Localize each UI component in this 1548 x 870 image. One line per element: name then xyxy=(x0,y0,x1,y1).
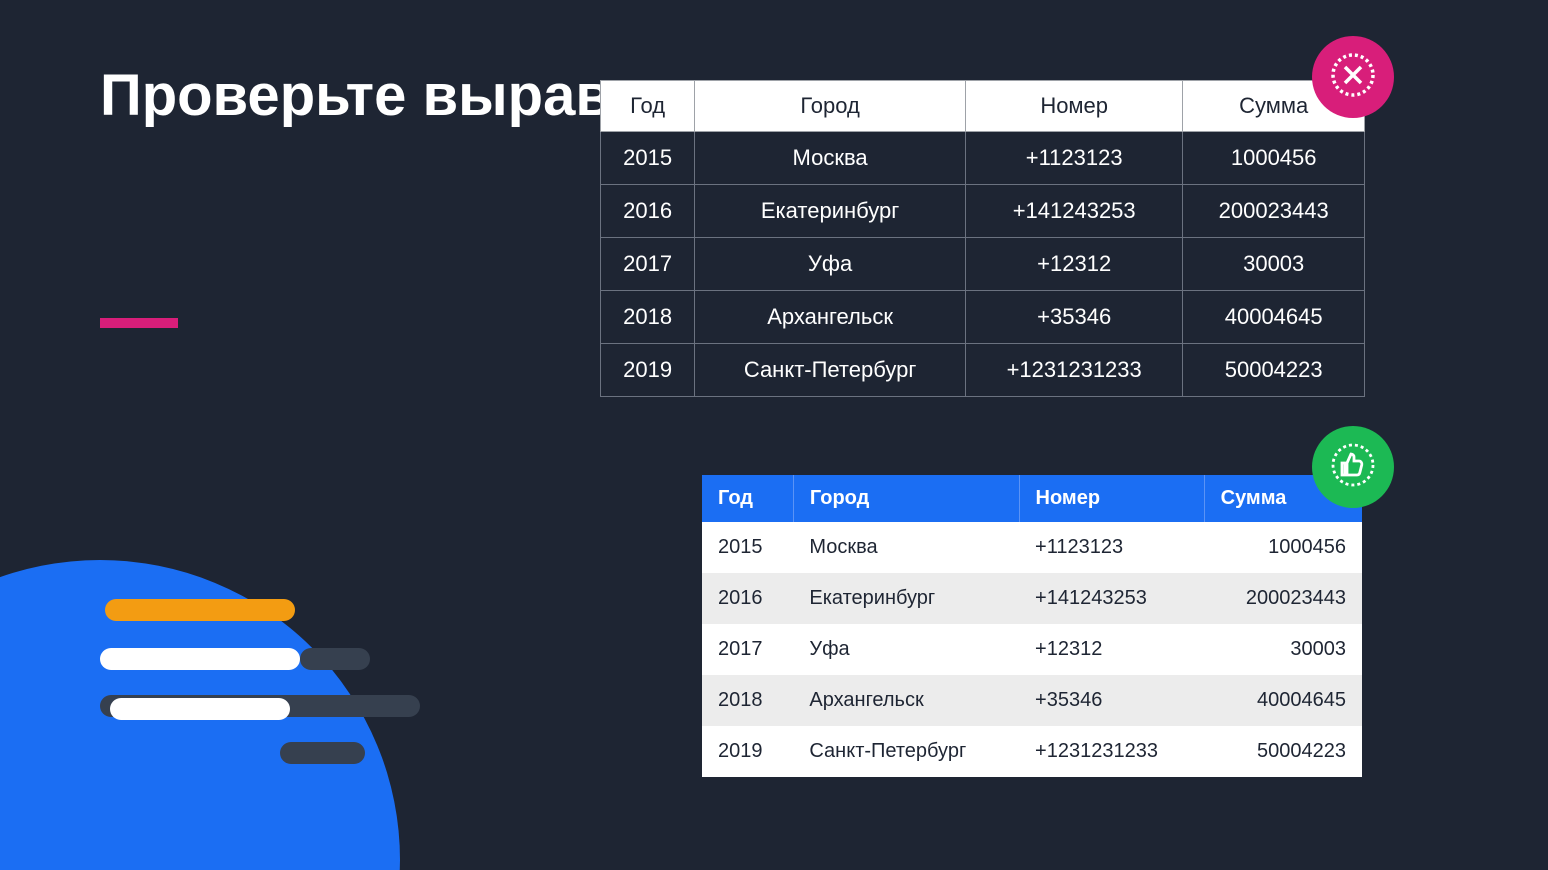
cell-sum: 1000456 xyxy=(1183,132,1365,185)
cell-year: 2016 xyxy=(702,573,793,624)
table-header-row: Год Город Номер Сумма xyxy=(601,81,1365,132)
cell-number: +35346 xyxy=(1019,675,1204,726)
decorative-bar-orange xyxy=(105,599,295,621)
cell-number: +12312 xyxy=(965,238,1182,291)
cell-year: 2019 xyxy=(601,344,695,397)
cell-number: +1123123 xyxy=(1019,522,1204,573)
cell-sum: 30003 xyxy=(1204,624,1362,675)
cell-number: +1231231233 xyxy=(1019,726,1204,777)
cell-year: 2015 xyxy=(702,522,793,573)
col-number-header: Номер xyxy=(965,81,1182,132)
title-underline xyxy=(100,318,178,328)
cell-year: 2018 xyxy=(601,291,695,344)
col-number-header: Номер xyxy=(1019,475,1204,522)
cell-sum: 200023443 xyxy=(1204,573,1362,624)
table-header-row: Год Город Номер Сумма xyxy=(702,475,1362,522)
table-row: 2015 Москва +1123123 1000456 xyxy=(702,522,1362,573)
decorative-bar-grey-3 xyxy=(280,742,365,764)
cell-city: Москва xyxy=(793,522,1019,573)
cell-number: +141243253 xyxy=(1019,573,1204,624)
table-good-example: Год Город Номер Сумма 2015 Москва +11231… xyxy=(702,475,1362,777)
cell-city: Санкт-Петербург xyxy=(695,344,966,397)
cell-city: Санкт-Петербург xyxy=(793,726,1019,777)
cell-sum: 40004645 xyxy=(1204,675,1362,726)
table-row: 2016 Екатеринбург +141243253 200023443 xyxy=(601,185,1365,238)
cell-number: +141243253 xyxy=(965,185,1182,238)
cell-number: +12312 xyxy=(1019,624,1204,675)
cell-number: +1123123 xyxy=(965,132,1182,185)
thumbs-up-icon xyxy=(1329,441,1377,494)
decorative-bar-grey-1 xyxy=(300,648,370,670)
col-year-header: Год xyxy=(702,475,793,522)
cell-sum: 40004645 xyxy=(1183,291,1365,344)
cell-city: Москва xyxy=(695,132,966,185)
cell-sum: 1000456 xyxy=(1204,522,1362,573)
cell-city: Архангельск xyxy=(793,675,1019,726)
table-row: 2018 Архангельск +35346 40004645 xyxy=(702,675,1362,726)
col-city-header: Город xyxy=(793,475,1019,522)
cell-number: +1231231233 xyxy=(965,344,1182,397)
cell-city: Екатеринбург xyxy=(695,185,966,238)
decorative-bar-white-1 xyxy=(100,648,300,670)
cell-year: 2015 xyxy=(601,132,695,185)
decorative-bar-white-2 xyxy=(110,698,290,720)
table-bad-example: Год Город Номер Сумма 2015 Москва +11231… xyxy=(600,80,1365,397)
cell-city: Уфа xyxy=(793,624,1019,675)
cell-year: 2019 xyxy=(702,726,793,777)
cell-city: Архангельск xyxy=(695,291,966,344)
cell-sum: 50004223 xyxy=(1204,726,1362,777)
col-year-header: Год xyxy=(601,81,695,132)
table-row: 2019 Санкт-Петербург +1231231233 5000422… xyxy=(702,726,1362,777)
table-row: 2017 Уфа +12312 30003 xyxy=(702,624,1362,675)
cell-year: 2016 xyxy=(601,185,695,238)
cell-sum: 50004223 xyxy=(1183,344,1365,397)
cell-year: 2018 xyxy=(702,675,793,726)
bad-badge xyxy=(1312,36,1394,118)
cross-icon xyxy=(1329,51,1377,104)
table-row: 2018 Архангельск +35346 40004645 xyxy=(601,291,1365,344)
table-row: 2019 Санкт-Петербург +1231231233 5000422… xyxy=(601,344,1365,397)
table-row: 2016 Екатеринбург +141243253 200023443 xyxy=(702,573,1362,624)
table-row: 2017 Уфа +12312 30003 xyxy=(601,238,1365,291)
cell-city: Екатеринбург xyxy=(793,573,1019,624)
cell-year: 2017 xyxy=(601,238,695,291)
cell-sum: 200023443 xyxy=(1183,185,1365,238)
cell-year: 2017 xyxy=(702,624,793,675)
cell-sum: 30003 xyxy=(1183,238,1365,291)
table-row: 2015 Москва +1123123 1000456 xyxy=(601,132,1365,185)
good-badge xyxy=(1312,426,1394,508)
cell-number: +35346 xyxy=(965,291,1182,344)
cell-city: Уфа xyxy=(695,238,966,291)
col-city-header: Город xyxy=(695,81,966,132)
